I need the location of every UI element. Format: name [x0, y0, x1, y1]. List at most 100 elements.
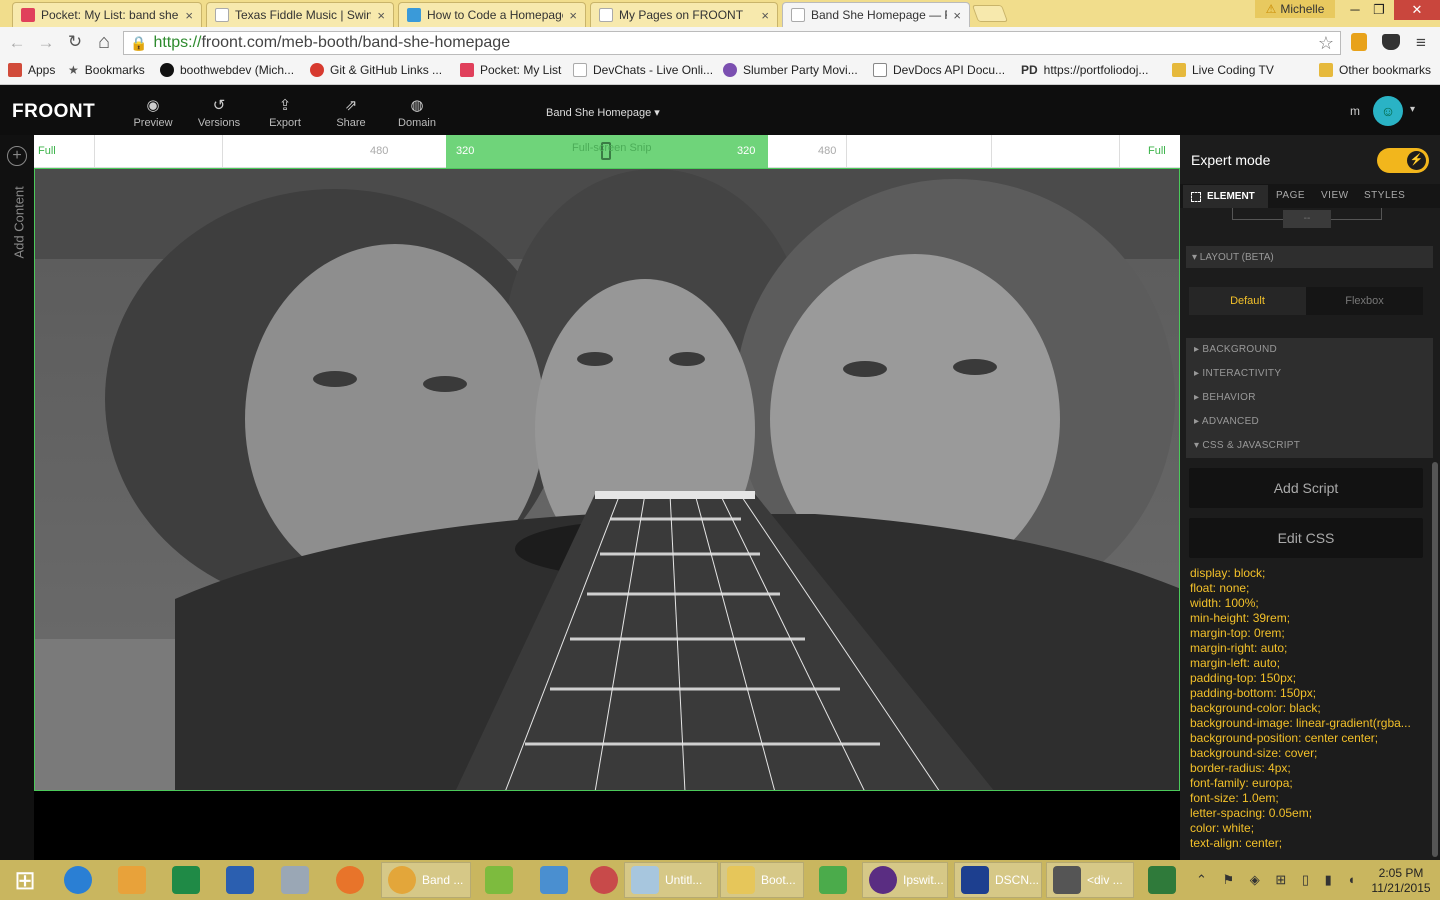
globe-icon: ◍: [410, 97, 424, 114]
system-tray[interactable]: ⌃ ⚑ ◈ ⊞ ▯ ▮ ◖: [1196, 872, 1361, 888]
browser-tab-pocket[interactable]: Pocket: My List: band she ×: [12, 2, 202, 27]
taskbar-window-untitled[interactable]: Untitl...: [624, 862, 718, 898]
edit-css-button[interactable]: Edit CSS: [1189, 518, 1423, 558]
ruler-full-right[interactable]: Full: [1148, 145, 1166, 157]
panel-scrollbar[interactable]: [1432, 462, 1438, 857]
preview-button[interactable]: ◉ Preview: [123, 96, 183, 129]
share-icon: ⇗: [344, 97, 358, 114]
froont-logo[interactable]: FROONT: [12, 101, 95, 123]
taskbar-firefox[interactable]: [330, 862, 370, 898]
taskbar-app-green[interactable]: [1141, 862, 1183, 898]
close-icon[interactable]: ×: [569, 8, 577, 23]
bookmark-bookmarks[interactable]: ★ Bookmarks: [68, 63, 145, 77]
bookmark-other[interactable]: Other bookmarks: [1319, 63, 1431, 77]
close-icon[interactable]: ×: [377, 8, 385, 23]
css-line: margin-left: auto;: [1190, 656, 1281, 670]
section-behavior[interactable]: ▸ BEHAVIOR: [1194, 392, 1256, 403]
add-icon[interactable]: +: [7, 146, 27, 166]
chevron-down-icon[interactable]: ▾: [1410, 104, 1415, 115]
taskbar-snipping[interactable]: [584, 862, 624, 898]
versions-button[interactable]: ↺ Versions: [189, 96, 249, 129]
reload-icon[interactable]: ↻: [64, 32, 86, 52]
taskbar-ie[interactable]: [58, 862, 98, 898]
browser-tab-my-pages[interactable]: My Pages on FROONT ×: [590, 2, 778, 27]
bookmark-portfoliodojo[interactable]: PD https://portfoliodoj...: [1021, 63, 1148, 77]
section-interactivity[interactable]: ▸ INTERACTIVITY: [1194, 368, 1281, 379]
tab-element[interactable]: ELEMENT: [1183, 185, 1268, 208]
bookmark-live-coding[interactable]: Live Coding TV: [1172, 63, 1274, 77]
box-model-button[interactable]: --: [1283, 210, 1331, 228]
section-background[interactable]: ▸ BACKGROUND: [1194, 344, 1277, 355]
section-advanced[interactable]: ▸ ADVANCED: [1194, 416, 1259, 427]
add-script-button[interactable]: Add Script: [1189, 468, 1423, 508]
share-button[interactable]: ⇗ Share: [321, 96, 381, 129]
start-button[interactable]: ⊞: [4, 862, 46, 898]
taskbar-window-boot[interactable]: Boot...: [720, 862, 804, 898]
ruler-tick: [991, 135, 992, 168]
avatar[interactable]: ☺: [1373, 96, 1403, 126]
expert-mode-toggle[interactable]: ⚡: [1377, 148, 1429, 173]
taskbar-window-sublime[interactable]: <div ...: [1046, 862, 1134, 898]
word-icon: [226, 866, 254, 894]
close-window-button[interactable]: ✕: [1394, 0, 1440, 20]
section-layout[interactable]: ▾ LAYOUT (BETA): [1186, 246, 1433, 268]
bookmark-devchats[interactable]: DevChats - Live Onli...: [573, 63, 713, 77]
menu-icon[interactable]: ≡: [1416, 33, 1426, 53]
address-bar[interactable]: 🔒 https://froont.com/meb-booth/band-she-…: [123, 31, 1341, 55]
folder-icon: [727, 866, 755, 894]
star-icon[interactable]: ☆: [1318, 33, 1334, 54]
browser-tab-texas-fiddle[interactable]: Texas Fiddle Music | Swing ×: [206, 2, 394, 27]
forward-icon[interactable]: →: [35, 33, 57, 53]
tab-view[interactable]: VIEW: [1321, 190, 1349, 201]
ruler-480-left[interactable]: 480: [370, 145, 388, 157]
taskbar-outlook[interactable]: [112, 862, 152, 898]
domain-button[interactable]: ◍ Domain: [387, 96, 447, 129]
taskbar-calculator[interactable]: [275, 862, 315, 898]
bookmark-git-github[interactable]: Git & GitHub Links ...: [310, 63, 442, 77]
bookmark-devdocs[interactable]: DevDocs API Docu...: [873, 63, 1005, 77]
tab-page[interactable]: PAGE: [1276, 190, 1305, 201]
taskbar-clock[interactable]: 2:05 PM 11/21/2015: [1368, 866, 1434, 896]
ruler-full-left[interactable]: Full: [38, 145, 56, 157]
new-tab-button[interactable]: [971, 5, 1009, 22]
bookmark-apps[interactable]: Apps: [8, 63, 55, 77]
hero-section-canvas[interactable]: [34, 168, 1180, 791]
taskbar-window-photoshop[interactable]: DSCN...: [954, 862, 1042, 898]
ie-icon: [64, 866, 92, 894]
taskbar-notepadpp[interactable]: [478, 862, 520, 898]
page-icon: [599, 8, 613, 22]
close-icon[interactable]: ×: [761, 8, 769, 23]
browser-tab-band-she[interactable]: Band She Homepage — F ×: [782, 2, 970, 27]
page-selector[interactable]: Band She Homepage ▾: [546, 106, 660, 119]
section-css-javascript[interactable]: ▾ CSS & JAVASCRIPT: [1194, 440, 1300, 451]
tab-title: Band She Homepage — F: [811, 8, 948, 22]
close-icon[interactable]: ×: [953, 8, 961, 23]
profile-button[interactable]: ⚠ Michelle: [1255, 0, 1335, 18]
restore-button[interactable]: ❐: [1362, 0, 1396, 20]
taskbar-word[interactable]: [220, 862, 260, 898]
ruler-480-right[interactable]: 480: [818, 145, 836, 157]
bookmark-slumber-party[interactable]: Slumber Party Movi...: [723, 63, 858, 77]
extension-lock-icon[interactable]: [1351, 33, 1367, 51]
taskbar-app[interactable]: [812, 862, 854, 898]
tab-styles[interactable]: STYLES: [1364, 190, 1405, 201]
close-icon[interactable]: ×: [185, 8, 193, 23]
url-scheme: https://: [153, 34, 202, 51]
pocket-extension-icon[interactable]: [1382, 34, 1400, 50]
taskbar-remote[interactable]: [533, 862, 575, 898]
export-button[interactable]: ⇪ Export: [255, 96, 315, 129]
taskbar-window-ipswitch[interactable]: Ipswit...: [862, 862, 948, 898]
home-icon[interactable]: ⌂: [93, 31, 115, 54]
back-icon[interactable]: ←: [6, 33, 28, 53]
add-content-button[interactable]: Add Content: [12, 177, 27, 258]
css-line: color: white;: [1190, 821, 1255, 835]
layout-flexbox-button[interactable]: Flexbox: [1306, 287, 1423, 315]
taskbar-excel[interactable]: [166, 862, 206, 898]
bookmark-pocket[interactable]: Pocket: My List: [460, 63, 561, 77]
bookmark-label: Live Coding TV: [1192, 63, 1274, 77]
taskbar-window-chrome[interactable]: Band ...: [381, 862, 471, 898]
select-icon: [1191, 191, 1201, 202]
browser-tab-how-to-code[interactable]: How to Code a Homepage ×: [398, 2, 586, 27]
bookmark-boothwebdev[interactable]: boothwebdev (Mich...: [160, 63, 294, 77]
layout-default-button[interactable]: Default: [1189, 287, 1306, 315]
